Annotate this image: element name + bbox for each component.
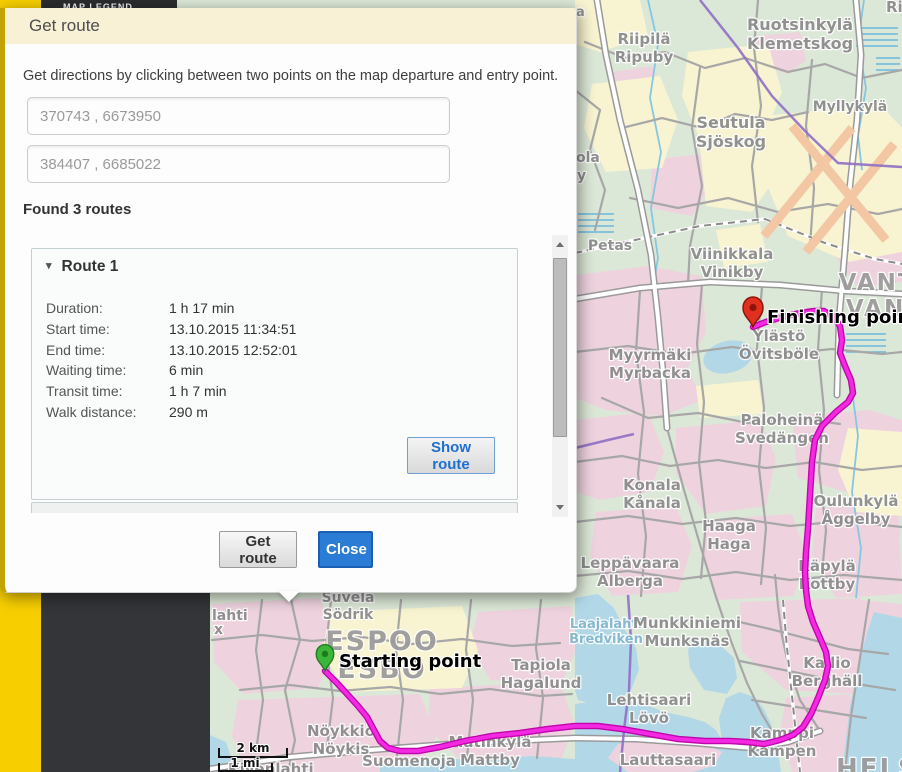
detail-value: 290 m (169, 402, 208, 423)
svg-text:2 km: 2 km (236, 741, 269, 755)
scrollbar-up-icon[interactable] (556, 242, 564, 247)
route-detail-row: Waiting time: 6 min (46, 360, 297, 381)
finishing-point-label: Finishing point (767, 307, 902, 328)
detail-label: Transit time: (46, 381, 169, 402)
place-label: Lauttasaari (620, 751, 717, 769)
collapse-arrow-icon[interactable]: ▾ (46, 259, 52, 272)
place-label: a (576, 5, 585, 20)
place-label: SeutulaSjöskog (696, 113, 766, 151)
get-route-button[interactable]: Get route (219, 531, 297, 568)
detail-value: 1 h 17 min (169, 298, 234, 319)
detail-label: Walk distance: (46, 402, 169, 423)
place-label: ola (576, 150, 600, 166)
detail-value: 1 h 7 min (169, 381, 227, 402)
route-detail-row: End time: 13.10.2015 12:52:01 (46, 340, 297, 361)
place-label: RuotsinkyläKlemetskog (747, 15, 853, 53)
starting-point-label: Starting point (339, 651, 482, 672)
route-detail-row: Walk distance: 290 m (46, 402, 297, 423)
get-route-dialog: Get route Get directions by clicking bet… (0, 8, 577, 593)
route-1-panel: ▾ Route 1 Duration: 1 h 17 min Start time… (31, 248, 518, 500)
place-label: x (214, 622, 223, 638)
detail-value: 13.10.2015 11:34:51 (169, 319, 296, 340)
place-label: LaajalahtiBredviken (569, 617, 643, 647)
place-label: MyyrmäkiMyrbacka (609, 346, 692, 382)
place-label: RiipiläRipuby (615, 30, 674, 66)
detail-label: Waiting time: (46, 360, 169, 381)
place-label: HELSINKI (836, 754, 902, 772)
place-label: Ri (886, 0, 902, 16)
place-label: Suomenoja (362, 752, 456, 770)
end-coordinates-input[interactable] (27, 145, 450, 183)
dialog-title: Get route (5, 8, 576, 44)
legend-panel (41, 592, 210, 772)
detail-value: 6 min (169, 360, 203, 381)
place-label: y (577, 168, 586, 184)
results-heading: Found 3 routes (23, 201, 131, 218)
app-stage: RuotsinkyläKlemetskog RiipiläRipuby Ri Myll… (0, 0, 902, 772)
dialog-pointer (278, 591, 300, 602)
route-details: Duration: 1 h 17 min Start time: 13.10.2… (46, 298, 297, 423)
detail-label: Start time: (46, 319, 169, 340)
place-label: ViinikkalaVinikby (691, 245, 774, 281)
route-detail-row: Duration: 1 h 17 min (46, 298, 297, 319)
place-label: TapiolaHagalund (501, 656, 582, 692)
route-2-panel-edge[interactable] (31, 502, 518, 513)
routes-scroll-area: ▾ Route 1 Duration: 1 h 17 min Start time… (31, 235, 518, 513)
route-detail-row: Transit time: 1 h 7 min (46, 381, 297, 402)
route-1-title: Route 1 (62, 258, 119, 275)
place-label: OulunkyläÅggelby (814, 492, 899, 528)
detail-value: 13.10.2015 12:52:01 (169, 340, 297, 361)
scrollbar-thumb[interactable] (553, 258, 567, 437)
place-label: Myllykylä (813, 99, 887, 115)
place-label: MunkkiniemiMunksnäs (633, 614, 741, 650)
show-route-button[interactable]: Show route (407, 437, 495, 474)
routes-scrollbar[interactable] (552, 235, 568, 517)
place-label: SuvelaSödrik (322, 590, 375, 623)
place-label: HaagaHaga (702, 517, 756, 553)
map-legend-header[interactable]: MAP LEGEND (41, 0, 177, 8)
scrollbar-down-icon[interactable] (556, 505, 564, 510)
close-button[interactable]: Close (318, 531, 373, 568)
place-label: Petas (588, 238, 632, 254)
route-detail-row: Start time: 13.10.2015 11:34:51 (46, 319, 297, 340)
dialog-description: Get directions by clicking between two p… (23, 68, 568, 84)
detail-label: End time: (46, 340, 169, 361)
svg-text:1 mi: 1 mi (230, 756, 259, 770)
route-1-header[interactable]: ▾ Route 1 (46, 258, 118, 276)
detail-label: Duration: (46, 298, 169, 319)
start-coordinates-input[interactable] (27, 97, 450, 135)
place-label: KonalaKånala (623, 476, 681, 512)
